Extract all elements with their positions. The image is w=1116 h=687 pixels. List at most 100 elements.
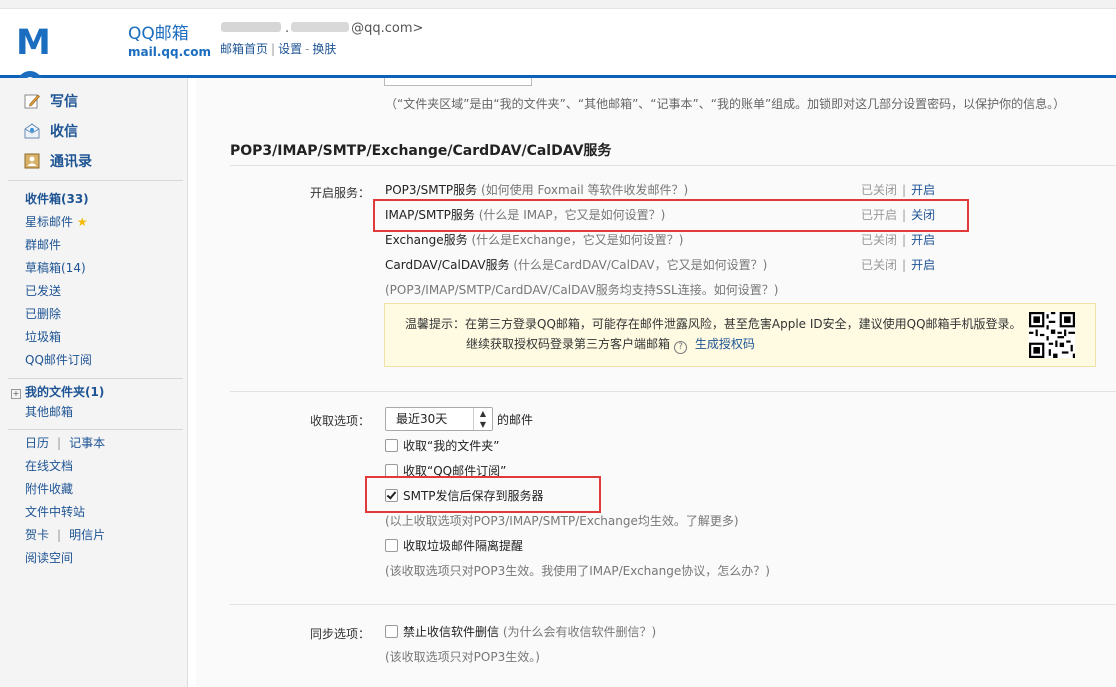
sidebar: 写信 收信 通讯录 收件箱(33) 星标邮件 ★ 群邮件 草稿箱(14) 已发送…: [0, 78, 188, 687]
tip-line-1: 温馨提示：在第三方登录QQ邮箱，可能存在邮件泄露风险，甚至危害Apple ID安…: [405, 317, 1022, 331]
enable-carddav-link[interactable]: 开启: [911, 258, 935, 272]
receive-note-2: (该收取选项只对POP3生效。我使用了IMAP/Exchange协议，怎么办？): [385, 564, 770, 578]
compose-link[interactable]: 写信: [24, 91, 78, 111]
service-name: CardDAV/CalDAV服务: [385, 258, 510, 272]
attachments-link[interactable]: 附件收藏: [25, 482, 73, 496]
section-divider: [230, 391, 1116, 392]
tools-list: 日历 | 记事本 在线文档 附件收藏 文件中转站 贺卡 | 明信片 阅读空间: [25, 436, 106, 565]
service-name: POP3/SMTP服务: [385, 183, 478, 197]
service-status-carddav: 已关闭 | 开启: [861, 258, 936, 272]
my-folders-label: 我的文件夹(1): [25, 385, 105, 399]
email-suffix: @qq.com>: [351, 21, 424, 36]
enable-exchange-link[interactable]: 开启: [911, 233, 935, 247]
receive-label: 收信: [50, 124, 78, 140]
service-row-exchange: Exchange服务 (什么是Exchange，它又是如何设置？): [385, 231, 683, 248]
cards-link[interactable]: 贺卡: [25, 528, 49, 542]
sync-options-label: 同步选项：: [310, 627, 371, 641]
contacts-icon: [24, 153, 40, 169]
ssl-note: (POP3/IMAP/SMTP/CardDAV/CalDAV服务均支持SSL连接…: [385, 283, 779, 297]
checkbox[interactable]: [385, 539, 398, 552]
status-text: 已关闭: [861, 233, 898, 247]
service-row-carddav: CardDAV/CalDAV服务 (什么是CardDAV/CalDAV，它又是如…: [385, 256, 767, 273]
lock-button-partial[interactable]: [384, 78, 532, 86]
service-help-link[interactable]: (什么是Exchange，它又是如何设置？): [468, 233, 683, 247]
sidebar-divider: [8, 180, 183, 181]
postcards-link[interactable]: 明信片: [69, 528, 105, 542]
checkbox[interactable]: [385, 625, 398, 638]
option-no-client-delete[interactable]: 禁止收信软件删信 (为什么会有收信软件删信？): [385, 623, 656, 640]
folder-inbox[interactable]: 收件箱(33): [25, 188, 92, 211]
help-question-icon[interactable]: ?: [674, 341, 688, 354]
expand-plus-icon[interactable]: +: [11, 389, 21, 399]
checkbox[interactable]: [385, 439, 398, 452]
folder-group-mail[interactable]: 群邮件: [25, 234, 92, 257]
highlight-box-smtp-save: [365, 476, 601, 513]
service-name: Exchange服务: [385, 233, 468, 247]
account-email: . @qq.com>: [221, 21, 423, 36]
folder-starred-label: 星标邮件: [25, 215, 74, 229]
option-label: 收取“我的文件夹”: [403, 439, 500, 453]
folder-subscriptions[interactable]: QQ邮件订阅: [25, 349, 92, 372]
inbox-icon: [24, 123, 40, 139]
redacted-name: [221, 22, 281, 32]
highlight-box-imap: [373, 199, 969, 232]
folder-list: 收件箱(33) 星标邮件 ★ 群邮件 草稿箱(14) 已发送 已删除 垃圾箱 Q…: [25, 188, 92, 372]
calendar-link[interactable]: 日历: [25, 436, 49, 450]
compose-label: 写信: [50, 94, 78, 110]
option-spam-reminder[interactable]: 收取垃圾邮件隔离提醒: [385, 537, 523, 554]
sync-note: (该收取选项只对POP3生效。): [385, 650, 540, 664]
online-docs-link[interactable]: 在线文档: [25, 459, 73, 473]
option-label: 禁止收信软件删信: [403, 625, 500, 639]
sidebar-divider: [8, 429, 183, 430]
folder-sent[interactable]: 已发送: [25, 280, 92, 303]
pen-icon: [24, 94, 40, 109]
folder-spam[interactable]: 垃圾箱: [25, 326, 92, 349]
other-mailbox[interactable]: 其他邮箱: [25, 401, 73, 424]
file-transfer-link[interactable]: 文件中转站: [25, 505, 85, 519]
generate-auth-code-link[interactable]: 生成授权码: [695, 337, 755, 351]
mailbox-home-link[interactable]: 邮箱首页: [220, 42, 268, 56]
service-status-pop3: 已关闭 | 开启: [861, 183, 936, 197]
folder-starred[interactable]: 星标邮件 ★: [25, 211, 92, 234]
receive-note-1: (以上收取选项对POP3/IMAP/SMTP/Exchange均生效。了解更多): [385, 514, 739, 528]
receive-period-suffix: 的邮件: [497, 413, 534, 427]
status-text: 已关闭: [861, 258, 898, 272]
option-label: 收取垃圾邮件隔离提醒: [403, 539, 524, 553]
folder-deleted[interactable]: 已删除: [25, 303, 92, 326]
service-help-link[interactable]: (什么是CardDAV/CalDAV，它又是如何设置？): [510, 258, 767, 272]
tip-line-2-text: 继续获取授权码登录第三方客户端邮箱: [466, 337, 671, 351]
section-title: POP3/IMAP/SMTP/Exchange/CardDAV/CalDAV服务: [230, 140, 1116, 166]
receive-options-label: 收取选项：: [310, 414, 371, 428]
folder-drafts[interactable]: 草稿箱(14): [25, 257, 92, 280]
enable-pop3-link[interactable]: 开启: [911, 183, 935, 197]
security-tip-box: 温馨提示：在第三方登录QQ邮箱，可能存在邮件泄露风险，甚至危害Apple ID安…: [384, 303, 1096, 367]
header: Mil QQ邮箱 mail.qq.com .@qq.com> 邮箱首页|设置-换…: [0, 9, 1116, 143]
section-divider: [230, 604, 1116, 605]
tip-line-2: 继续获取授权码登录第三方客户端邮箱? 生成授权码: [466, 335, 755, 354]
change-skin-link[interactable]: 换肤: [312, 42, 336, 56]
top-strip: [0, 0, 1116, 9]
contacts-link[interactable]: 通讯录: [24, 151, 92, 171]
logo-domain-text: mail.qq.com: [128, 45, 211, 59]
sync-help-link[interactable]: (为什么会有收信软件删信？): [499, 625, 656, 639]
logo-brand-text: QQ邮箱: [128, 24, 189, 44]
receive-link[interactable]: 收信: [24, 121, 78, 141]
service-row-pop3: POP3/SMTP服务 (如何使用 Foxmail 等软件收发邮件？): [385, 181, 688, 198]
notes-link[interactable]: 记事本: [69, 436, 105, 450]
reading-space-link[interactable]: 阅读空间: [25, 551, 73, 565]
service-label: 开启服务：: [310, 186, 371, 200]
option-my-folders[interactable]: 收取“我的文件夹”: [385, 437, 499, 454]
folder-lock-note: （“文件夹区域”是由“我的文件夹”、“其他邮箱”、“记事本”、“我的账单”组成。…: [385, 97, 1066, 111]
receive-period-select[interactable]: 最近30天 ▲ ▼: [385, 407, 493, 431]
settings-link[interactable]: 设置: [278, 42, 302, 56]
service-status-exchange: 已关闭 | 开启: [861, 233, 936, 247]
top-links: 邮箱首页 | 设置 - 换肤: [220, 42, 337, 56]
settings-content: （“文件夹区域”是由“我的文件夹”、“其他邮箱”、“记事本”、“我的账单”组成。…: [196, 78, 1116, 687]
qr-code-icon: [1029, 312, 1075, 358]
status-text: 已关闭: [861, 183, 898, 197]
settings-panel: （“文件夹区域”是由“我的文件夹”、“其他邮箱”、“记事本”、“我的账单”组成。…: [196, 78, 1116, 687]
service-help-link[interactable]: (如何使用 Foxmail 等软件收发邮件？): [477, 183, 688, 197]
receive-period-value: 最近30天: [396, 412, 448, 426]
select-arrows-icon: ▲ ▼: [473, 408, 492, 430]
star-icon: ★: [76, 215, 88, 229]
